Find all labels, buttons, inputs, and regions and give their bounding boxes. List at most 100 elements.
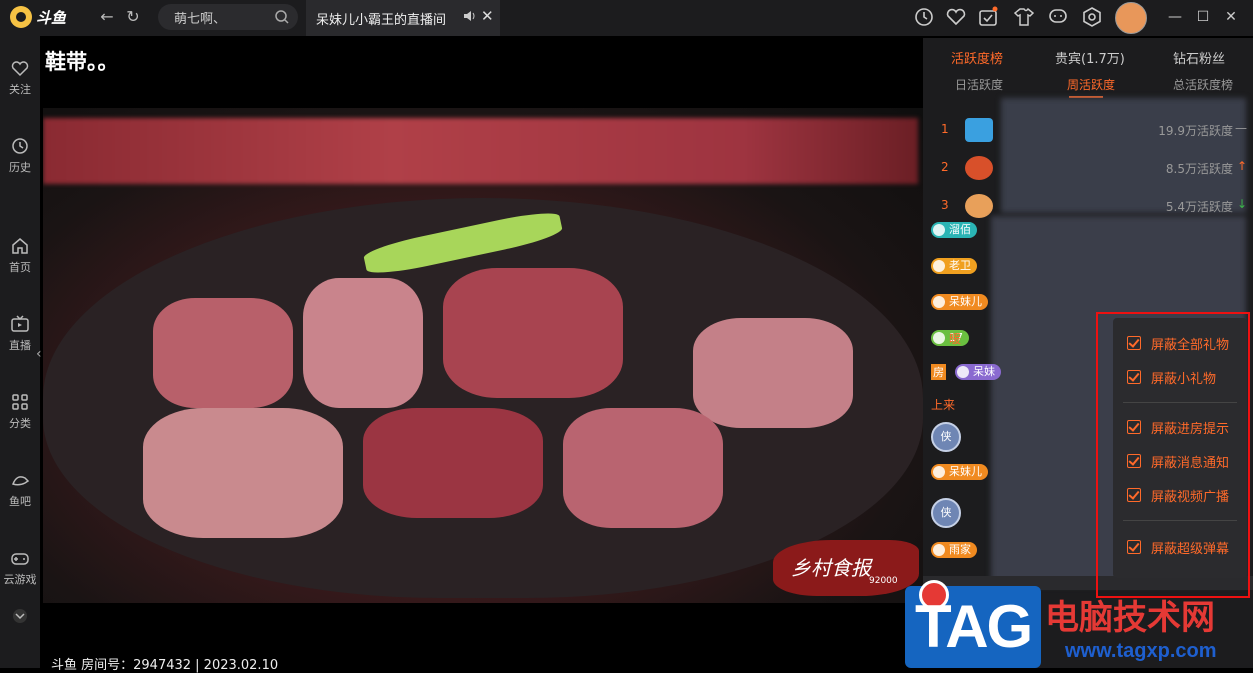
meat-image: [693, 318, 853, 428]
sidebar-label: 首页: [9, 261, 31, 274]
rank-number: 1: [941, 122, 949, 136]
gamepad-icon: [11, 553, 29, 565]
douyu-logo[interactable]: 斗鱼: [10, 4, 72, 30]
noble-badge-icon: [965, 194, 993, 218]
subtab-total[interactable]: 总活跃度榜: [1173, 76, 1233, 93]
rank-value: 5.4万活跃度: [1165, 200, 1233, 214]
sidebar-item-follow[interactable]: 关注: [0, 58, 40, 97]
user-avatar[interactable]: [1115, 2, 1147, 34]
settings-hex-icon[interactable]: [1081, 6, 1103, 28]
meat-image: [443, 268, 623, 398]
chat-text: 暖: [949, 332, 962, 346]
house-badge: 房: [931, 364, 946, 380]
rank-value: 8.5万活跃度: [1165, 162, 1233, 176]
fan-badge: 呆妹: [955, 364, 1001, 380]
sidebar-item-fishbar[interactable]: 鱼吧: [0, 470, 40, 509]
sidebar-item-cloud-game[interactable]: 云游戏: [0, 548, 40, 587]
tshirt-icon[interactable]: [1013, 6, 1035, 28]
rank-number: 2: [941, 160, 949, 174]
trend-flat-icon: —: [1235, 121, 1247, 135]
stamp-number: 92000: [869, 576, 898, 586]
fan-badge: 雨家: [931, 542, 977, 558]
subtab-daily[interactable]: 日活跃度: [955, 76, 1003, 93]
sidebar-label: 直播: [9, 339, 31, 352]
tag-logo: TAG: [905, 580, 1041, 668]
sidebar-label: 分类: [9, 417, 31, 430]
rank-number: 3: [941, 198, 949, 212]
logo-text: 斗鱼: [36, 8, 67, 27]
rank-row[interactable]: 1 19.9万活跃度 —: [923, 112, 1253, 148]
fan-badge: 呆妹儿: [931, 294, 988, 310]
sidebar-item-category[interactable]: 分类: [0, 392, 40, 431]
sidebar-item-live[interactable]: 直播: [0, 314, 40, 353]
chat-bubble-icon[interactable]: [1047, 6, 1069, 28]
subtab-weekly[interactable]: 周活跃度: [1067, 76, 1115, 93]
stamp-text: 乡村食报: [791, 556, 871, 580]
tab-live-room[interactable]: 呆妹儿小霸王的直播间 ✕: [306, 0, 500, 36]
chevron-down-icon: [13, 609, 27, 623]
search-input[interactable]: 萌七啊、: [174, 8, 226, 27]
sidebar-more-button[interactable]: [0, 606, 40, 626]
trend-down-icon: ↓: [1236, 197, 1247, 211]
chat-text: 上来: [931, 398, 956, 412]
trend-up-icon: ↑: [1236, 159, 1247, 173]
minimize-icon[interactable]: —: [1166, 8, 1184, 26]
video-player[interactable]: 鞋带。。 乡村食报 92000 斗鱼 房间号：2947432 | 2023.02…: [43, 38, 923, 673]
meat-image: [363, 408, 543, 518]
blurred-banner: [43, 118, 918, 184]
fish-icon: [12, 476, 30, 486]
meat-image: [143, 408, 343, 538]
watermark-title: 电脑技术网: [1045, 598, 1215, 638]
fan-badge: 呆妹儿: [931, 464, 988, 480]
room-info: 斗鱼 房间号：2947432 | 2023.02.10: [51, 658, 279, 673]
left-sidebar: 关注 历史 首页 直播 分类 鱼吧 云游戏: [0, 36, 40, 668]
rank-tabs: 活跃度榜 贵宾(1.7万) 钻石粉丝: [923, 38, 1253, 74]
video-frame[interactable]: 乡村食报 92000: [43, 108, 923, 603]
close-window-icon[interactable]: ✕: [1222, 8, 1240, 26]
tab-vip[interactable]: 贵宾(1.7万): [1055, 48, 1125, 67]
level-badge-icon: [965, 118, 993, 142]
grid-icon: [12, 394, 28, 410]
guard-shield-icon: 侠: [931, 498, 961, 528]
channel-stamp-logo: 乡村食报 92000: [773, 540, 919, 596]
rank-row[interactable]: 2 8.5万活跃度 ↑: [923, 150, 1253, 186]
tab-title: 呆妹儿小霸王的直播间: [316, 13, 447, 28]
crown-badge-icon: [965, 156, 993, 180]
sidebar-label: 关注: [9, 83, 31, 96]
close-tab-icon[interactable]: ✕: [481, 7, 494, 25]
heart-icon: [11, 61, 29, 77]
fan-badge: 溜佰: [931, 222, 977, 238]
sidebar-label: 历史: [9, 161, 31, 174]
sidebar-label: 鱼吧: [9, 495, 31, 508]
watermark-url: www.tagxp.com: [1065, 640, 1217, 662]
tab-diamond-fans[interactable]: 钻石粉丝: [1173, 48, 1225, 67]
clock-icon: [12, 138, 28, 154]
back-arrow-icon[interactable]: ←: [96, 6, 118, 28]
sidebar-item-history[interactable]: 历史: [0, 136, 40, 175]
meat-image: [563, 408, 723, 528]
highlight-box: [1096, 312, 1250, 598]
video-caption: 鞋带。。: [45, 50, 119, 74]
search-box[interactable]: 萌七啊、: [158, 4, 298, 30]
calendar-icon[interactable]: [977, 6, 999, 28]
home-icon: [12, 238, 28, 254]
tv-icon: [11, 315, 29, 332]
meat-image: [153, 298, 293, 408]
maximize-icon[interactable]: ☐: [1194, 8, 1212, 26]
clock-icon[interactable]: [913, 6, 935, 28]
tab-activity-rank[interactable]: 活跃度榜: [951, 48, 1003, 67]
meat-image: [303, 278, 423, 408]
refresh-icon[interactable]: ↻: [122, 6, 144, 28]
guard-shield-icon: 侠: [931, 422, 961, 452]
fish-logo-icon: [10, 6, 32, 28]
heart-icon[interactable]: [945, 6, 967, 28]
speaker-icon[interactable]: [463, 9, 477, 23]
sidebar-item-home[interactable]: 首页: [0, 236, 40, 275]
rank-value: 19.9万活跃度: [1158, 124, 1233, 138]
tag-text: TAG: [915, 593, 1033, 660]
fan-badge: 老卫: [931, 258, 977, 274]
site-watermark: TAG 电脑技术网 www.tagxp.com: [905, 580, 1253, 668]
search-icon[interactable]: [274, 9, 290, 25]
title-bar: 斗鱼 ← ↻ 萌七啊、 呆妹儿小霸王的直播间 ✕ — ☐ ✕: [0, 0, 1253, 36]
sidebar-label: 云游戏: [3, 573, 37, 586]
